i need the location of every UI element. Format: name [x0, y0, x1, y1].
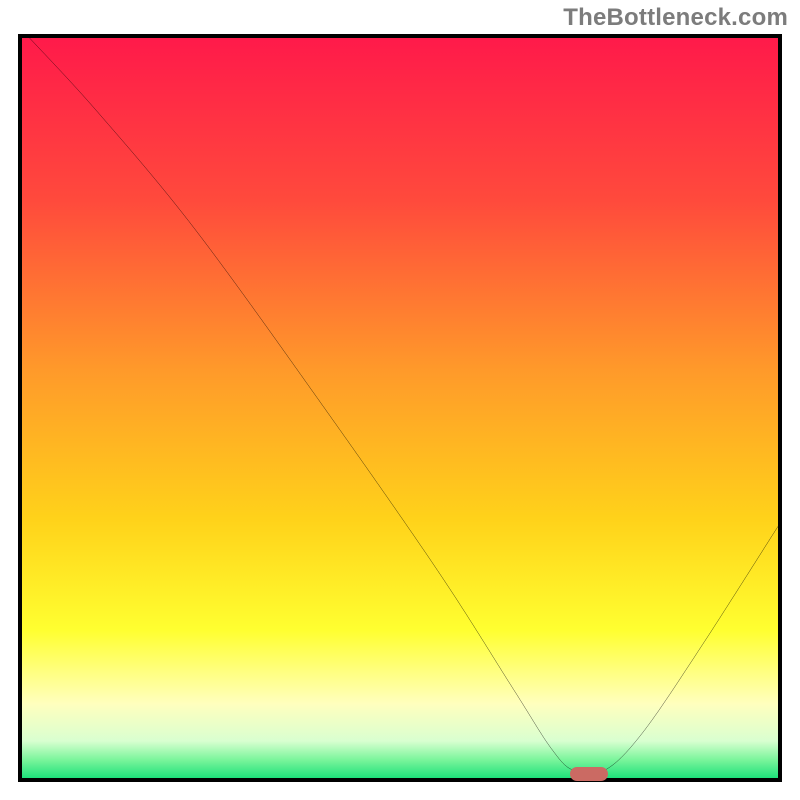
- watermark-text: TheBottleneck.com: [563, 4, 788, 32]
- plot-frame: [18, 34, 782, 782]
- bottleneck-curve: [22, 38, 778, 778]
- chart-container: TheBottleneck.com: [0, 0, 800, 800]
- optimal-marker: [570, 767, 608, 781]
